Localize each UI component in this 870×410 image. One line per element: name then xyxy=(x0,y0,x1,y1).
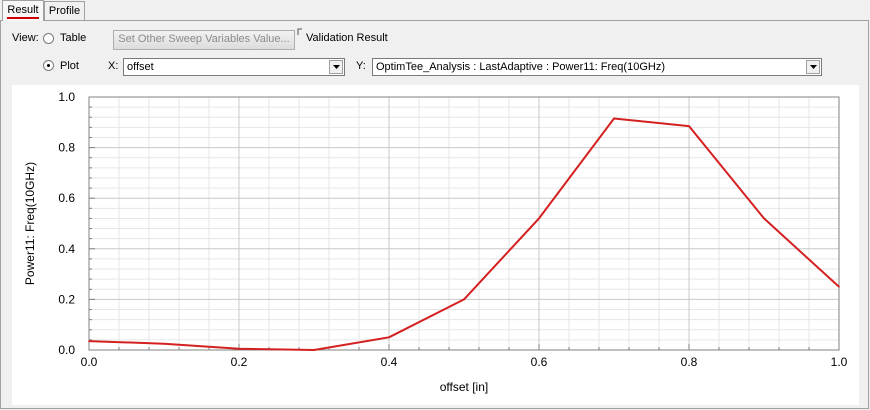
y-tick-label: 0.0 xyxy=(58,343,75,357)
series-point xyxy=(838,285,840,288)
major-grid xyxy=(88,96,840,351)
x-tick-label: 1.0 xyxy=(831,355,848,369)
y-axis-select-value: OptimTee_Analysis : LastAdaptive : Power… xyxy=(376,61,665,73)
y-tick-label: 0.2 xyxy=(58,292,75,306)
tick-labels: 0.0 0.2 0.4 0.6 0.8 1.0 0.0 0.2 0.4 0.6 0.8 1.0 xyxy=(58,90,847,369)
series-point xyxy=(613,117,615,120)
tab-result[interactable]: Result xyxy=(2,0,44,21)
tab-profile[interactable]: Profile xyxy=(44,1,85,20)
view-label: View: xyxy=(12,32,39,44)
series-point xyxy=(313,349,315,351)
radio-selected-dot xyxy=(47,64,50,67)
table-radio[interactable] xyxy=(43,33,54,44)
x-tick-label: 0.4 xyxy=(381,355,398,369)
series-point xyxy=(688,125,690,127)
line-chart: 0.0 0.2 0.4 0.6 0.8 1.0 0.0 0.2 0.4 0.6 0.8 1.0 off… xyxy=(23,90,848,394)
y-tick-label: 0.6 xyxy=(58,191,75,205)
x-tick-label: 0.8 xyxy=(681,355,698,369)
set-sweep-variables-button[interactable]: Set Other Sweep Variables Value... xyxy=(113,30,295,50)
x-axis-select[interactable]: offset xyxy=(123,58,345,76)
set-sweep-variables-button-label: Set Other Sweep Variables Value... xyxy=(118,33,290,45)
x-axis-select-value: offset xyxy=(127,61,154,73)
result-panel: View: Table Set Other Sweep Variables Va… xyxy=(0,20,869,409)
series-point xyxy=(238,347,240,350)
x-tick-label: 0.2 xyxy=(231,355,248,369)
tab-result-label: Result xyxy=(7,4,39,16)
x-tick-label: 0.0 xyxy=(81,355,98,369)
x-axis-label: offset [in] xyxy=(440,380,488,394)
plot-radio[interactable] xyxy=(43,60,54,71)
y-axis-label: Power11: Freq(10GHz) xyxy=(23,162,37,285)
series-point xyxy=(163,342,165,345)
plot-frame xyxy=(88,96,840,351)
series-point xyxy=(463,298,465,301)
series-layer xyxy=(88,117,840,351)
plot-area: 0.0 0.2 0.4 0.6 0.8 1.0 0.0 0.2 0.4 0.6 0.8 1.0 off… xyxy=(12,85,859,405)
x-axis-select-dropdown[interactable] xyxy=(329,60,343,74)
series-point xyxy=(538,217,540,220)
validation-result-label: Validation Result xyxy=(306,32,388,44)
x-tick-label: 0.6 xyxy=(531,355,548,369)
tab-profile-label: Profile xyxy=(48,5,81,17)
y-select-label: Y: xyxy=(356,60,366,72)
series-point xyxy=(88,340,90,342)
chevron-down-icon xyxy=(333,65,340,69)
axis-ticks xyxy=(88,96,840,351)
y-axis-select[interactable]: OptimTee_Analysis : LastAdaptive : Power… xyxy=(372,58,822,76)
active-tab-indicator xyxy=(7,17,39,19)
series-point xyxy=(388,336,390,339)
chevron-down-icon xyxy=(810,65,817,69)
resize-grip-icon xyxy=(297,28,302,35)
x-select-label: X: xyxy=(108,60,119,72)
y-tick-label: 0.4 xyxy=(58,242,75,256)
series-point xyxy=(763,217,765,220)
tab-bar: Result Profile xyxy=(0,0,870,21)
y-tick-label: 0.8 xyxy=(58,141,75,155)
plot-radio-label[interactable]: Plot xyxy=(60,59,79,73)
y-axis-select-dropdown[interactable] xyxy=(806,60,820,74)
y-tick-label: 1.0 xyxy=(58,90,75,104)
minor-grid xyxy=(89,97,839,350)
series-line xyxy=(88,117,840,351)
table-radio-label[interactable]: Table xyxy=(60,31,86,45)
